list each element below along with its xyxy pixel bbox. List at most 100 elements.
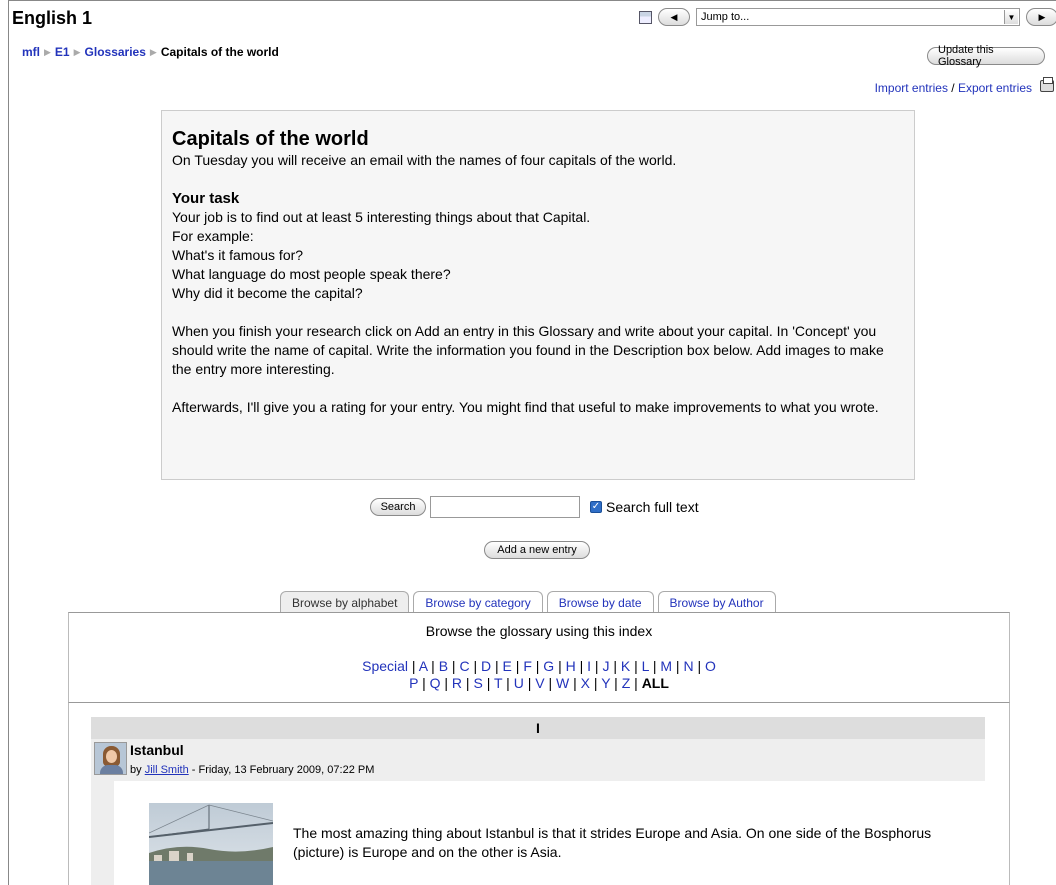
index-separator: | (609, 658, 621, 674)
index-letter-w[interactable]: W (556, 675, 569, 691)
task-line: Why did it become the capital? (172, 285, 363, 301)
index-separator: | (672, 658, 684, 674)
prev-activity-button[interactable]: ◀ (658, 8, 690, 26)
index-separator: | (523, 675, 536, 691)
checkbox-checked-icon[interactable]: ✓ (590, 501, 602, 513)
index-separator: | (610, 675, 622, 691)
index-separator: | (511, 658, 524, 674)
alphabet-index: Special | A | B | C | D | E | F | G | H … (69, 658, 1009, 692)
index-separator: | (482, 675, 494, 691)
tab-browse-date[interactable]: Browse by date (546, 591, 654, 613)
index-separator: | (531, 658, 544, 674)
index-separator: | (408, 658, 419, 674)
index-letter-all: ALL (641, 675, 669, 691)
index-letter-m[interactable]: M (660, 658, 672, 674)
index-letter-s[interactable]: S (473, 675, 482, 691)
browse-tabs: Browse by alphabet Browse by category Br… (280, 591, 776, 613)
task-line: Your job is to find out at least 5 inter… (172, 209, 591, 225)
index-separator: | (693, 658, 705, 674)
glossary-title: Capitals of the world (172, 128, 369, 150)
search-bar: Search ✓ Search full text (370, 496, 699, 518)
prev-arrow-icon: ◀ (670, 11, 678, 22)
index-letter-q[interactable]: Q (430, 675, 441, 691)
jump-to-select[interactable]: Jump to... ▼ (696, 8, 1020, 26)
search-full-text-label: Search full text (606, 499, 699, 515)
tab-browse-alphabet[interactable]: Browse by alphabet (280, 591, 410, 613)
dropdown-arrow-icon: ▼ (1004, 10, 1018, 24)
task-line: For example: (172, 228, 254, 244)
jump-to-value: Jump to... (701, 11, 750, 23)
index-separator: | (554, 658, 566, 674)
index-separator: | (575, 658, 588, 674)
index-letter-h[interactable]: H (566, 658, 576, 674)
breadcrumb-glossaries[interactable]: Glossaries (85, 45, 146, 59)
index-separator: | (590, 675, 602, 691)
author-link[interactable]: Jill Smith (145, 764, 189, 776)
index-letter-g[interactable]: G (543, 658, 554, 674)
index-separator: | (630, 658, 642, 674)
breadcrumb-current: Capitals of the world (160, 45, 279, 59)
index-letter-k[interactable]: K (621, 658, 630, 674)
intro-lead: On Tuesday you will receive an email wit… (172, 152, 677, 168)
task-line: What language do most people speak there… (172, 266, 451, 282)
index-letter-y[interactable]: Y (601, 675, 610, 691)
entry-side-strip (91, 781, 113, 885)
add-entry-button[interactable]: Add a new entry (484, 541, 590, 559)
index-separator: | (418, 675, 430, 691)
tab-browse-author[interactable]: Browse by Author (657, 591, 776, 613)
next-arrow-icon: ▶ (1038, 11, 1046, 22)
glossary-intro: Capitals of the world On Tuesday you wil… (161, 110, 915, 480)
index-letter-n[interactable]: N (683, 658, 693, 674)
index-letter-r[interactable]: R (452, 675, 462, 691)
update-glossary-button[interactable]: Update this Glossary (927, 44, 1045, 68)
index-separator: | (648, 658, 661, 674)
index-letter-z[interactable]: Z (622, 675, 631, 691)
entry-image (149, 803, 273, 885)
breadcrumb-mfl[interactable]: mfl (22, 45, 40, 59)
index-letter-o[interactable]: O (705, 658, 716, 674)
breadcrumb-e1[interactable]: E1 (55, 45, 70, 59)
entry-byline: by Jill Smith - Friday, 13 February 2009… (130, 764, 374, 776)
alphabet-row: P | Q | R | S | T | U | V | W | X | Y | … (69, 675, 1009, 692)
alphabet-row: Special | A | B | C | D | E | F | G | H … (69, 658, 1009, 675)
print-icon[interactable] (1040, 77, 1054, 92)
index-separator: | (469, 658, 481, 674)
next-activity-button[interactable]: ▶ (1026, 8, 1056, 26)
index-separator: | (544, 675, 557, 691)
index-letter-l[interactable]: L (642, 658, 649, 674)
breadcrumb: mfl ▶ E1 ▶ Glossaries ▶ Capitals of the … (22, 45, 279, 59)
index-letter-a[interactable]: A (419, 658, 428, 674)
index-separator: | (427, 658, 439, 674)
search-input[interactable] (430, 496, 580, 518)
index-letter-f[interactable]: F (523, 658, 532, 674)
index-letter-e[interactable]: E (503, 658, 512, 674)
avatar[interactable] (94, 742, 127, 775)
index-letter-d[interactable]: D (481, 658, 491, 674)
index-separator: | (462, 675, 474, 691)
breadcrumb-separator: ▶ (44, 46, 51, 57)
index-separator: | (448, 658, 460, 674)
export-entries-link[interactable]: Export entries (958, 81, 1032, 95)
link-separator: / (947, 81, 958, 95)
section-letter: I (91, 717, 985, 739)
index-letter-c[interactable]: C (459, 658, 469, 674)
breadcrumb-separator: ▶ (149, 46, 157, 57)
save-icon[interactable] (639, 10, 652, 24)
entry-concept: Istanbul (130, 742, 184, 758)
tab-browse-category[interactable]: Browse by category (413, 591, 543, 613)
index-separator: | (491, 658, 503, 674)
index-letter-p[interactable]: P (409, 675, 418, 691)
index-letter-special[interactable]: Special (362, 658, 408, 674)
index-letter-v[interactable]: V (535, 675, 544, 691)
instructions-paragraph: When you finish your research click on A… (172, 323, 884, 377)
import-export-links: Import entries / Export entries (875, 81, 1032, 95)
import-entries-link[interactable]: Import entries (875, 81, 948, 95)
rating-paragraph: Afterwards, I'll give you a rating for y… (172, 399, 879, 415)
task-heading: Your task (172, 190, 240, 207)
breadcrumb-separator: ▶ (73, 46, 81, 57)
index-letter-x[interactable]: X (581, 675, 590, 691)
index-separator: | (502, 675, 514, 691)
index-letter-b[interactable]: B (439, 658, 448, 674)
index-letter-u[interactable]: U (514, 675, 524, 691)
search-button[interactable]: Search (370, 498, 426, 516)
